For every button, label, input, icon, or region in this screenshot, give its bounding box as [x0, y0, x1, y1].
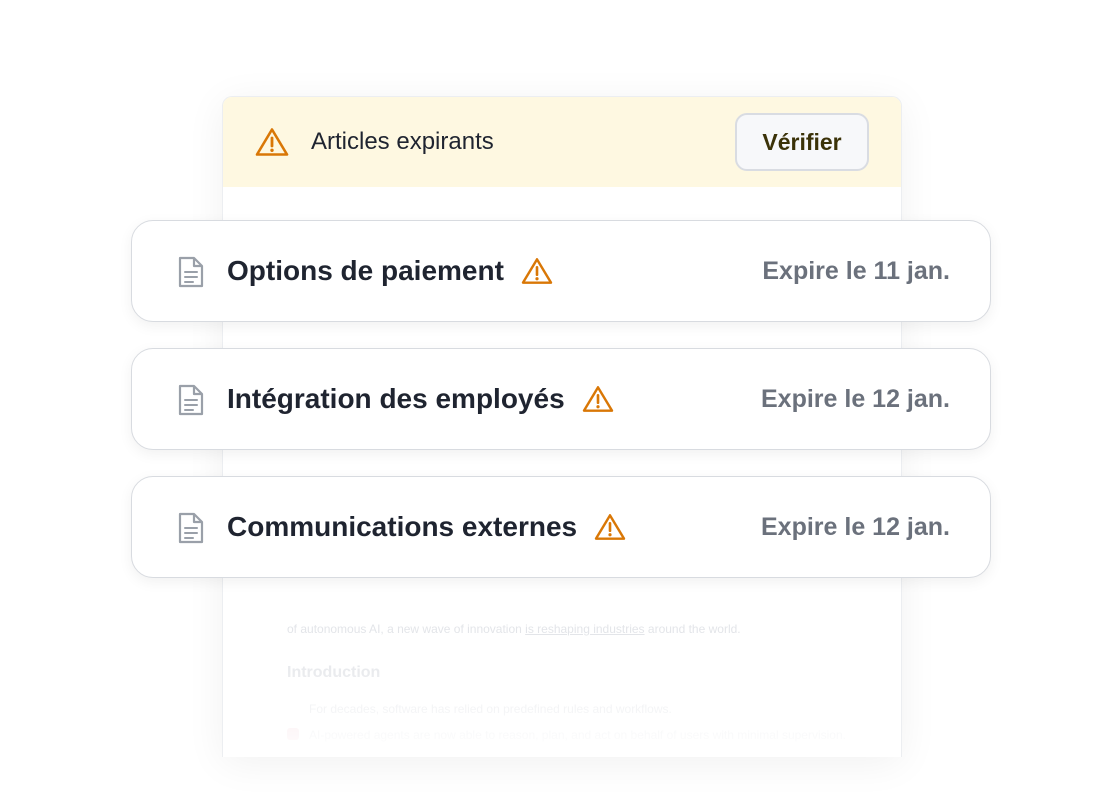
expiry-date: Expire le 12 jan. [761, 384, 950, 413]
document-paragraph: AI-powered agents are now able to reason… [287, 728, 847, 742]
article-title: Communications externes [227, 511, 626, 543]
expiry-date: Expire le 11 jan. [762, 256, 950, 285]
document-paragraph: For decades, software has relied on pred… [309, 702, 672, 716]
document-line-start: of autonomous AI, a new wave of innovati… [287, 622, 526, 636]
document-icon [178, 256, 204, 288]
expiry-date: Expire le 12 jan. [761, 512, 950, 541]
document-icon [178, 512, 204, 544]
article-title-text: Intégration des employés [227, 383, 565, 414]
article-title: Options de paiement [227, 255, 553, 287]
verify-button[interactable]: Vérifier [735, 113, 869, 171]
article-title: Intégration des employés [227, 383, 614, 415]
warning-icon [255, 128, 289, 156]
warning-icon [521, 258, 553, 284]
article-card[interactable]: Communications externes Expire le 12 jan… [131, 476, 991, 578]
banner-title: Articles expirants [311, 128, 494, 155]
comment-marker [287, 728, 299, 740]
document-paragraph-text: AI-powered agents are now able to reason… [309, 728, 846, 742]
article-card[interactable]: Intégration des employés Expire le 12 ja… [131, 348, 991, 450]
document-heading: Introduction [287, 664, 381, 681]
article-card[interactable]: Options de paiement Expire le 11 jan. [131, 220, 991, 322]
article-title-text: Communications externes [227, 511, 578, 542]
document-link[interactable]: is reshaping industries [525, 622, 644, 636]
expiring-articles-banner: Articles expirants Vérifier [223, 97, 901, 187]
document-line-end: around the world. [644, 622, 741, 636]
warning-icon [594, 514, 626, 540]
background-document-text: of autonomous AI, a new wave of innovati… [287, 622, 847, 754]
document-icon [178, 384, 204, 416]
document-line: of autonomous AI, a new wave of innovati… [287, 622, 847, 636]
warning-icon [582, 386, 613, 412]
article-title-text: Options de paiement [227, 255, 504, 286]
